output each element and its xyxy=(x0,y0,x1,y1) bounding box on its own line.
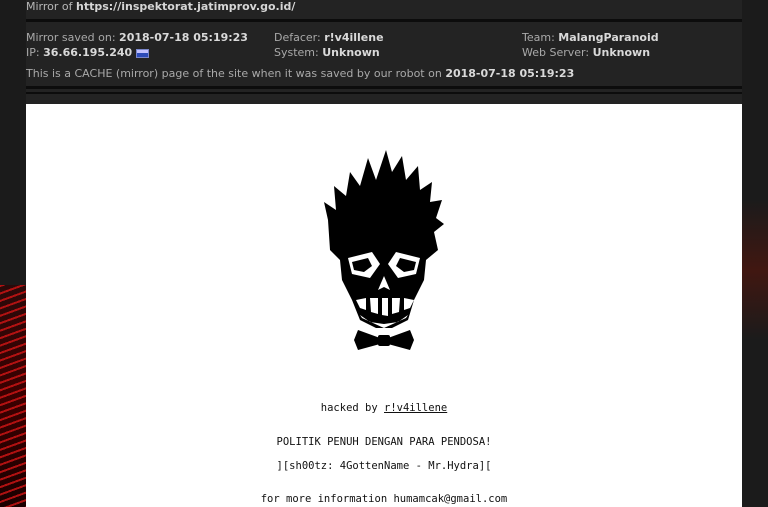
indonesia-flag-icon xyxy=(136,48,150,58)
ip-label: IP: xyxy=(26,46,44,59)
cache-date: 2018-07-18 05:19:23 xyxy=(445,67,575,80)
divider xyxy=(26,19,742,22)
hacked-by-line: hacked by r!v4illene xyxy=(26,402,742,414)
shoutz-text: ][sh00tz: 4GottenName - Mr.Hydra][ xyxy=(276,460,492,472)
skull-bowtie-logo xyxy=(324,150,444,350)
ip-value: 36.66.195.240 xyxy=(43,46,133,59)
saved-on-field: Mirror saved on: 2018-07-18 05:19:23 xyxy=(26,31,248,44)
system-field: System: Unknown xyxy=(274,46,380,59)
divider xyxy=(26,86,742,89)
slogan-text: POLITIK PENUH DENGAN PARA PENDOSA! xyxy=(276,436,492,448)
webserver-field: Web Server: Unknown xyxy=(522,46,650,59)
team-label: Team: xyxy=(522,31,559,44)
right-edge-glow xyxy=(742,200,768,340)
system-value: Unknown xyxy=(322,46,380,59)
saved-on-label: Mirror saved on: xyxy=(26,31,120,44)
mirrored-page-content: hacked by r!v4illene POLITIK PENUH DENGA… xyxy=(26,104,742,507)
hacked-by-prefix: hacked by xyxy=(320,402,384,414)
defacer-field: Defacer: r!v4illene xyxy=(274,31,384,44)
system-label: System: xyxy=(274,46,323,59)
team-link[interactable]: MalangParanoid xyxy=(558,31,658,44)
defacer-label: Defacer: xyxy=(274,31,325,44)
hacker-name-link[interactable]: r!v4illene xyxy=(384,402,447,414)
webserver-value: Unknown xyxy=(592,46,651,59)
left-edge-glow xyxy=(0,285,26,507)
saved-on-value: 2018-07-18 05:19:23 xyxy=(119,31,248,44)
cache-notice: This is a CACHE (mirror) page of the sit… xyxy=(26,67,574,80)
ip-field: IP: 36.66.195.240 xyxy=(26,46,150,59)
team-field: Team: MalangParanoid xyxy=(522,31,659,44)
mirror-prefix: Mirror of xyxy=(26,0,77,13)
divider xyxy=(26,92,742,94)
cache-text: This is a CACHE (mirror) page of the sit… xyxy=(26,67,446,80)
contact-text: for more information humamcak@gmail.com xyxy=(260,493,508,505)
webserver-label: Web Server: xyxy=(522,46,593,59)
defacer-link[interactable]: r!v4illene xyxy=(324,31,383,44)
mirror-url-link[interactable]: https://inspektorat.jatimprov.go.id/ xyxy=(76,0,295,13)
mirror-of-line: Mirror of https://inspektorat.jatimprov.… xyxy=(26,0,295,16)
